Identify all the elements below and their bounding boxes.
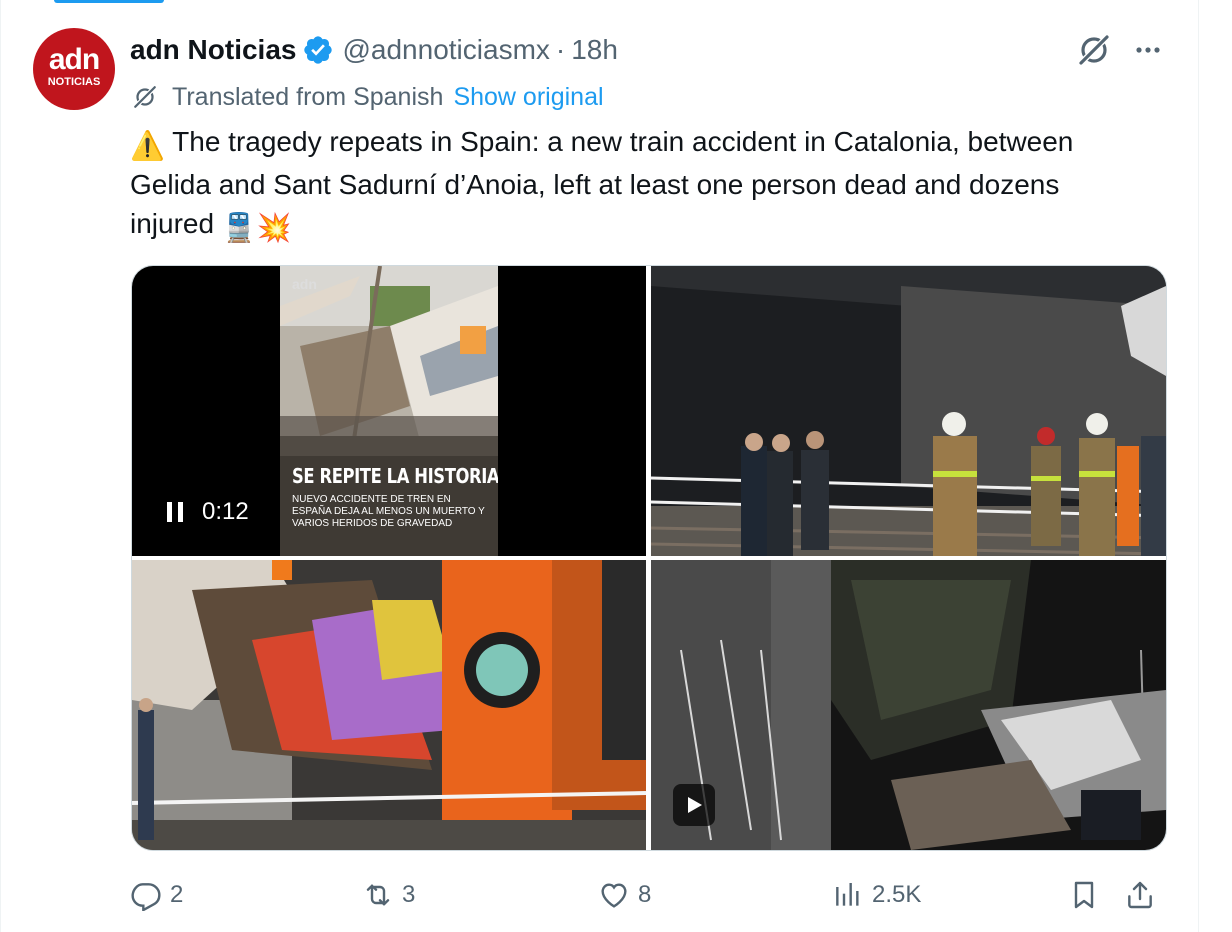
video-time: 0:12 <box>202 498 249 525</box>
views-chart-icon <box>836 883 859 906</box>
verified-badge-icon[interactable] <box>302 34 334 66</box>
grok-icon[interactable] <box>1074 30 1114 70</box>
author-avatar[interactable]: adn NOTICIAS <box>33 28 115 110</box>
tweet-action-bar: 2 3 8 2.5K <box>130 872 1170 918</box>
video-headline: SE REPITE LA HISTORIA: <box>292 464 498 488</box>
author-handle[interactable]: @adnnoticiasmx <box>342 34 549 66</box>
play-icon[interactable] <box>673 784 715 826</box>
tab-indicator <box>54 0 164 3</box>
pause-icon[interactable] <box>166 501 184 523</box>
reply-count: 2 <box>170 881 184 908</box>
tweet-header: adn Noticias @adnnoticiasmx · 18h <box>130 30 618 70</box>
avatar-logo: adn <box>48 43 100 76</box>
share-button[interactable] <box>1124 872 1164 918</box>
media-video-4[interactable] <box>651 560 1166 850</box>
tweet-timestamp[interactable]: 18h <box>571 34 618 66</box>
translation-notice: Translated from Spanish Show original <box>130 80 604 114</box>
repost-button[interactable]: 3 <box>362 872 415 918</box>
like-count: 8 <box>638 881 652 908</box>
header-separator: · <box>555 34 566 65</box>
bookmark-icon <box>1074 881 1094 909</box>
bookmark-button[interactable] <box>1068 872 1108 918</box>
share-icon <box>1128 881 1152 909</box>
author-name[interactable]: adn Noticias <box>130 34 296 66</box>
video-player-controls: 0:12 <box>166 498 249 526</box>
heart-icon <box>601 883 627 908</box>
repost-count: 3 <box>402 881 416 908</box>
like-button[interactable]: 8 <box>598 872 651 918</box>
train-explosion-emojis: 🚆💥 <box>221 212 292 243</box>
warning-emoji: ⚠️ <box>130 130 165 161</box>
more-options-icon[interactable] <box>1128 30 1168 70</box>
repost-icon <box>366 884 390 906</box>
translate-icon <box>132 84 158 110</box>
video-night-crash-scene <box>651 560 1166 850</box>
views-count: 2.5K <box>872 881 922 908</box>
video-frame: adn SE REPITE LA HISTORIA: Nuevo acciden… <box>280 266 498 556</box>
media-photo-3[interactable] <box>132 560 646 850</box>
reply-button[interactable]: 2 <box>130 872 183 918</box>
translated-from-label: Translated from Spanish <box>172 82 444 111</box>
timeline-right-border <box>1198 0 1199 932</box>
video-channel-logo: adn <box>292 276 317 292</box>
views-button[interactable]: 2.5K <box>832 872 921 918</box>
tweet-body: ⚠️ The tragedy repeats in Spain: a new t… <box>130 122 1140 247</box>
video-caption: Nuevo accidente de tren en España deja a… <box>292 494 485 529</box>
media-video-1[interactable]: adn SE REPITE LA HISTORIA: Nuevo acciden… <box>132 266 646 556</box>
timeline-left-border <box>0 0 1 932</box>
photo-wrecked-train-graffiti <box>132 560 646 850</box>
avatar-logo-subtitle: NOTICIAS <box>47 76 101 88</box>
photo-rescue-workers-tunnel <box>651 266 1166 556</box>
reply-icon <box>131 883 161 911</box>
show-original-link[interactable]: Show original <box>453 83 603 112</box>
media-photo-2[interactable] <box>651 266 1166 556</box>
media-grid: adn SE REPITE LA HISTORIA: Nuevo acciden… <box>131 265 1167 851</box>
